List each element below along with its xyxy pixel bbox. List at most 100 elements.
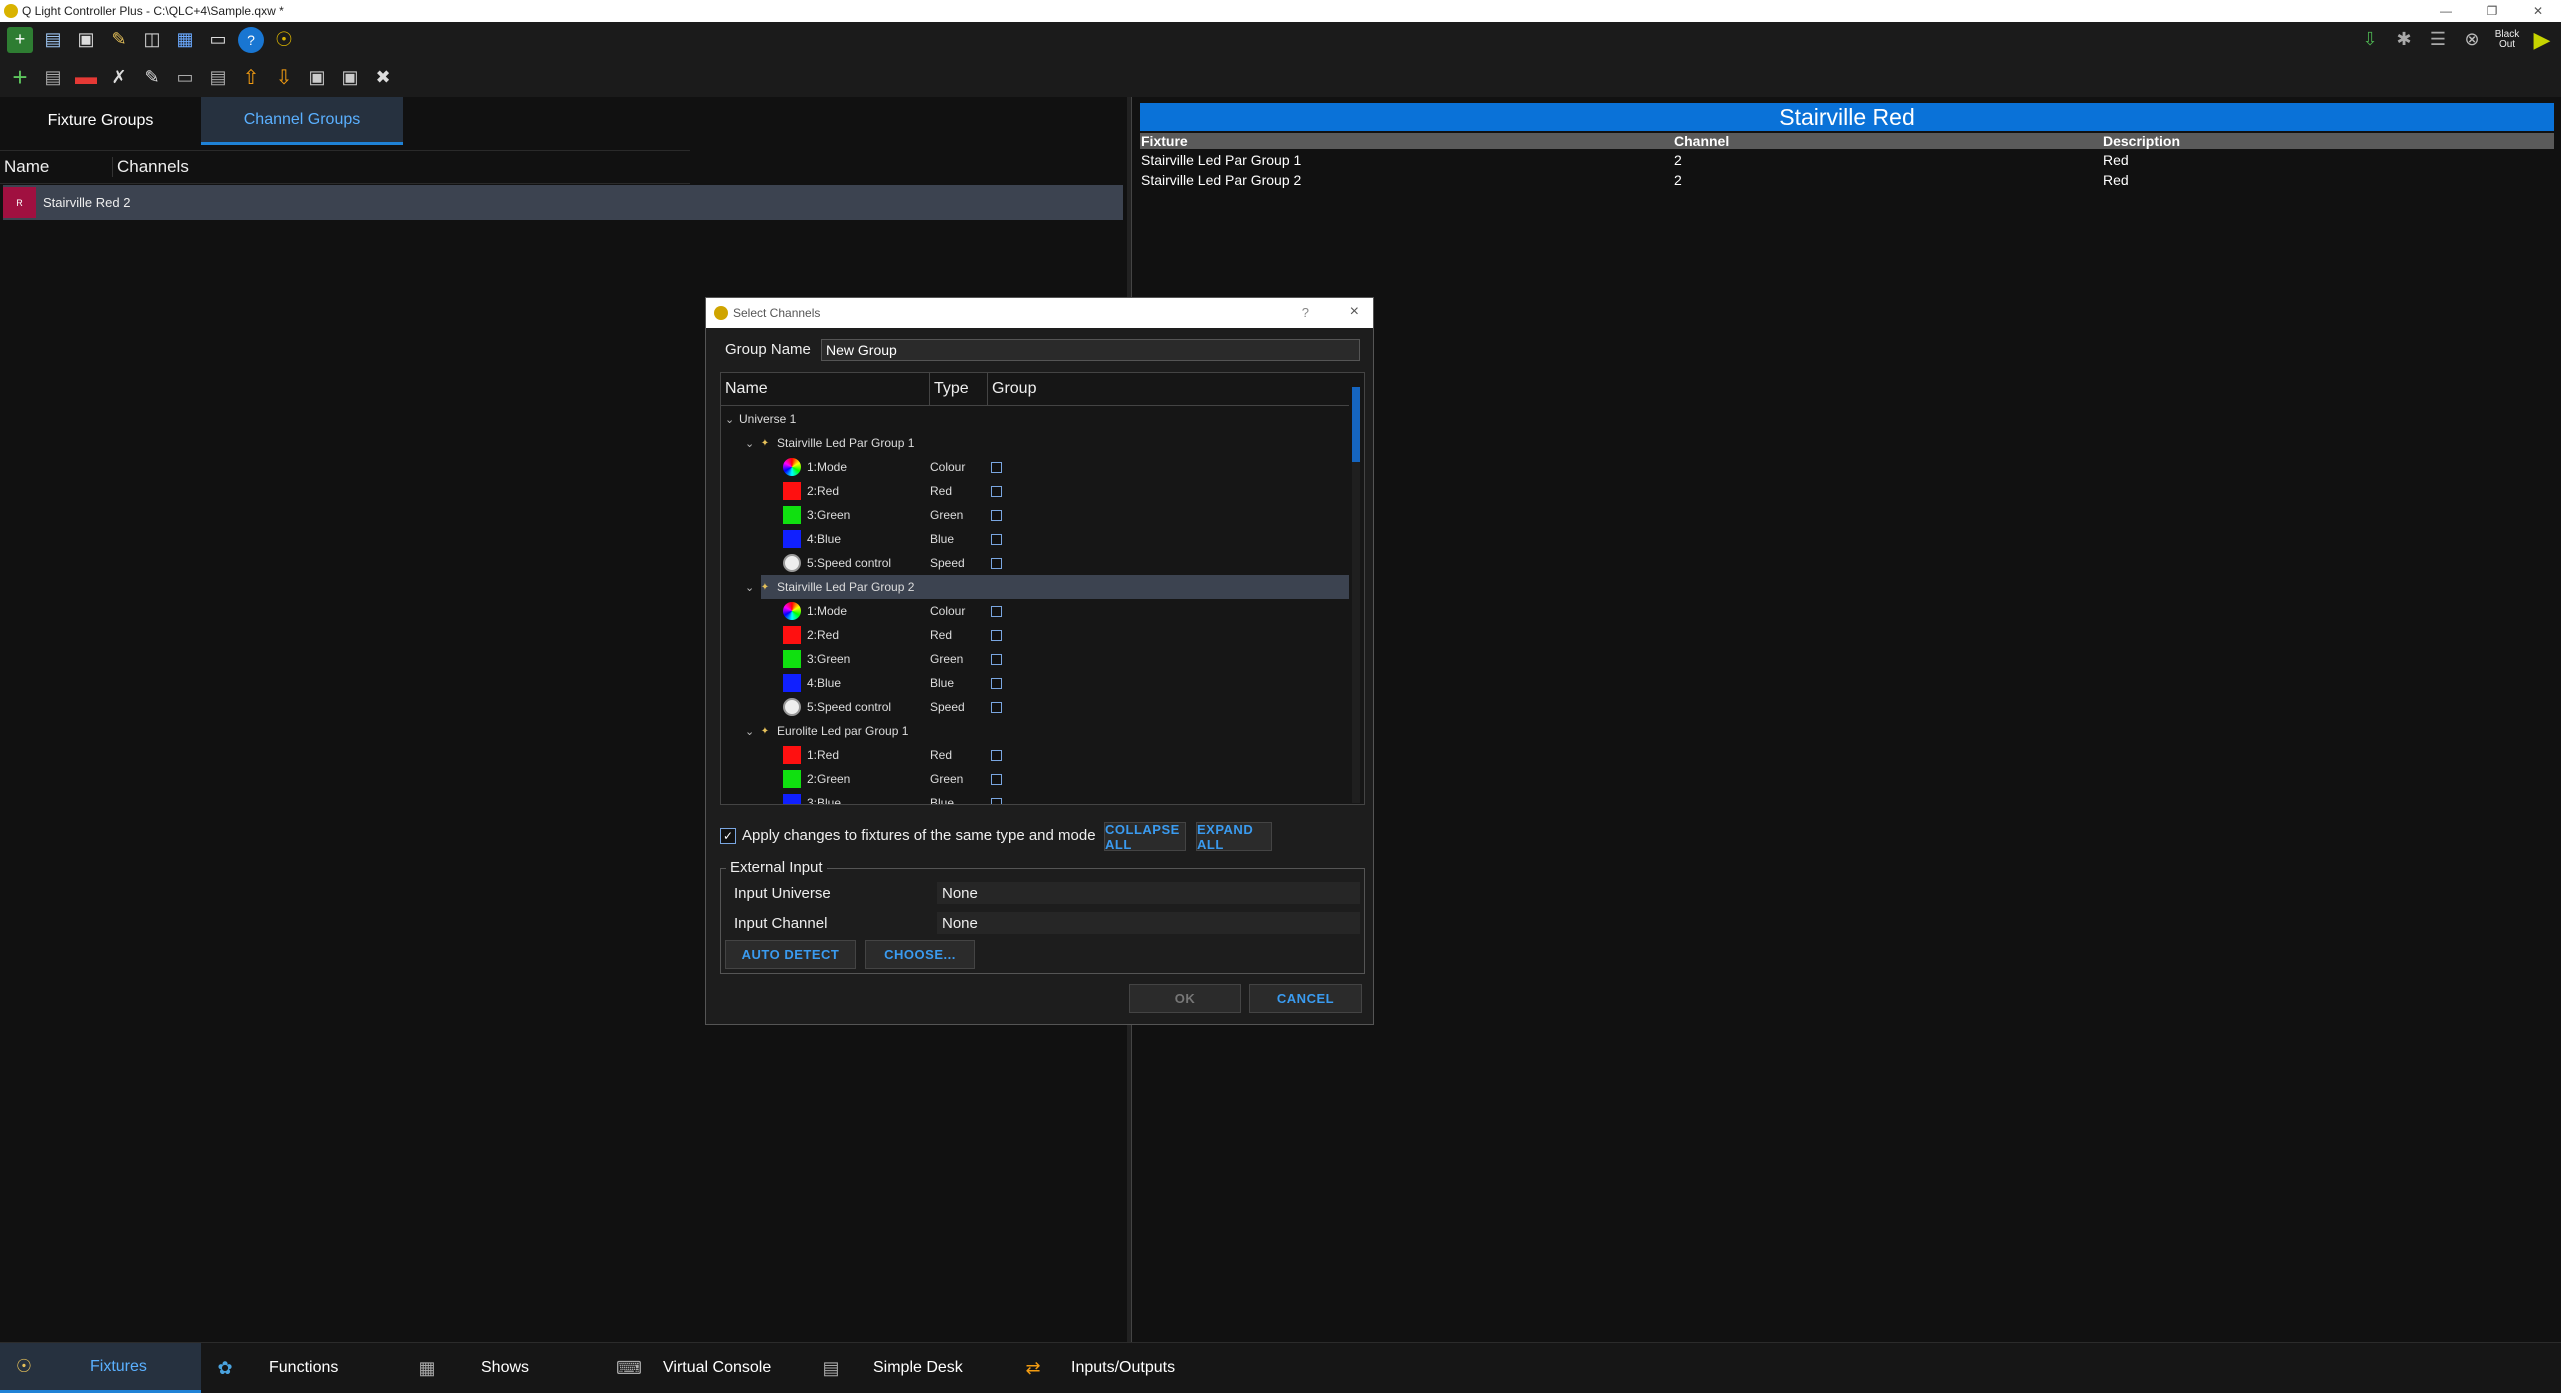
group-checkbox[interactable] [991,677,1002,689]
tab-channel-groups[interactable]: Channel Groups [201,97,403,145]
tree-item[interactable]: 3:Green Green [721,503,1349,527]
configure-icon[interactable]: ✗ [106,64,132,90]
choose-input-button[interactable]: CHOOSE... [865,940,975,969]
group-checkbox[interactable] [991,509,1002,521]
address-tool-icon[interactable]: ▦ [172,27,198,53]
remap-icon[interactable]: ✖ [370,64,396,90]
collapse-all-button[interactable]: COLLAPSE ALL [1104,822,1186,852]
minimize-button[interactable]: — [2423,0,2469,22]
expand-arrow-icon[interactable]: ⌄ [725,413,739,426]
tree-item-label: 1:Mode [807,460,848,474]
tree-item[interactable]: 2:Red Red [721,623,1349,647]
group-name-input[interactable] [821,339,1360,361]
red-channel-icon [783,746,801,764]
group-checkbox[interactable] [991,533,1002,545]
move-down-icon[interactable]: ⇩ [271,64,297,90]
group-checkbox[interactable] [991,485,1002,497]
edit-group-icon[interactable]: ✎ [139,64,165,90]
group-checkbox[interactable] [991,749,1002,761]
cancel-button[interactable]: CANCEL [1249,984,1362,1013]
tab-inputs-outputs[interactable]: ⇄ Inputs/Outputs [1009,1343,1229,1393]
apply-same-type-checkbox[interactable]: ✓ [720,827,736,844]
expand-arrow-icon[interactable]: ⌄ [745,581,759,594]
tree-item[interactable]: 1:Mode Colour [721,455,1349,479]
tree-item[interactable]: 2:Green Green [721,767,1349,791]
shows-icon: ▦ [418,1357,436,1378]
tree-item[interactable]: 4:Blue Blue [721,527,1349,551]
group-checkbox[interactable] [991,629,1002,641]
group-checkbox[interactable] [991,797,1002,804]
tab-virtual-console[interactable]: ⌨ Virtual Console [605,1343,807,1393]
tab-fixtures[interactable]: ☉ Fixtures [0,1343,201,1393]
tree-item[interactable]: ⌄ ✦ Stairville Led Par Group 2 [745,575,1349,599]
expand-all-button[interactable]: EXPAND ALL [1196,822,1272,852]
new-workspace-icon[interactable]: + [7,26,33,53]
apply-same-type-option[interactable]: ✓ Apply changes to fixtures of the same … [720,827,1096,844]
tree-header-type[interactable]: Type [930,373,988,405]
save-icon[interactable]: ▣ [73,27,99,53]
channel-group-row[interactable]: R Stairville Red 2 [3,185,1123,220]
group-name-label: Group Name [725,341,811,358]
fullscreen-icon[interactable]: ▭ [205,27,231,53]
add-icon[interactable]: + [7,62,33,92]
monitor-icon[interactable]: ◫ [139,27,165,53]
tree-item-name: ⌄ ✦ Stairville Led Par Group 2 [745,578,914,596]
tab-fixture-groups[interactable]: Fixture Groups [0,97,201,145]
auto-detect-button[interactable]: AUTO DETECT [725,940,856,969]
open-icon[interactable]: ▤ [40,27,66,53]
export-file-icon[interactable]: ▣ [337,64,363,90]
help-icon[interactable]: ? [238,26,264,53]
remove-icon[interactable]: ▬ [73,64,99,90]
tree-item[interactable]: ⌄ Universe 1 [721,407,1349,431]
tree-header-group[interactable]: Group [988,373,1349,405]
expand-arrow-icon[interactable]: ⌄ [745,725,759,738]
tree-scrollbar-thumb[interactable] [1352,387,1360,462]
save-as-icon[interactable]: ✎ [106,27,132,53]
import-icon[interactable]: ▤ [205,64,231,90]
column-name[interactable]: Name [0,157,113,177]
close-window-button[interactable]: ✕ [2515,0,2561,22]
tree-item[interactable]: 1:Mode Colour [721,599,1349,623]
tree-item[interactable]: ⌄ ✦ Eurolite Led par Group 1 [721,719,1349,743]
group-checkbox[interactable] [991,773,1002,785]
maximize-button[interactable]: ❐ [2469,0,2515,22]
tree-item-type: Speed [930,556,965,570]
blackout-button[interactable]: Black Out [2493,27,2521,53]
about-icon[interactable]: ☉ [271,27,297,53]
tree-item[interactable]: 1:Red Red [721,743,1349,767]
properties-icon[interactable]: ▤ [40,64,66,90]
dialog-help-button[interactable]: ? [1302,305,1309,320]
tree-item[interactable]: 3:Blue Blue [721,791,1349,804]
tree-item[interactable]: 2:Red Red [721,479,1349,503]
ok-button[interactable]: OK [1129,984,1241,1013]
import-file-icon[interactable]: ▣ [304,64,330,90]
input-universe-value: None [937,882,1360,904]
expand-arrow-icon[interactable]: ⌄ [745,437,759,450]
tree-item[interactable]: ⌄ ✦ Stairville Led Par Group 1 [721,431,1349,455]
stop-all-icon[interactable]: ⊗ [2459,27,2485,53]
group-checkbox[interactable] [991,701,1002,713]
tab-simple-desk[interactable]: ▤ Simple Desk [807,1343,1009,1393]
folder-icon[interactable]: ▭ [172,64,198,90]
move-up-icon[interactable]: ⇧ [238,64,264,90]
group-checkbox[interactable] [991,557,1002,569]
group-checkbox[interactable] [991,605,1002,617]
tree-header-name[interactable]: Name [721,373,930,405]
tree-scrollbar[interactable] [1352,387,1360,803]
tree-item[interactable]: 5:Speed control Speed [721,551,1349,575]
tab-shows[interactable]: ▦ Shows [403,1343,605,1393]
tree-item[interactable]: 4:Blue Blue [721,671,1349,695]
dialog-close-button[interactable]: × [1350,303,1359,321]
dmx-dump-icon[interactable]: ⇩ [2357,27,2383,53]
column-channels[interactable]: Channels [113,157,189,177]
tab-functions[interactable]: ✿ Functions [201,1343,403,1393]
fade-icon[interactable]: ☰ [2425,27,2451,53]
group-checkbox[interactable] [991,461,1002,473]
tree-item[interactable]: 3:Green Green [721,647,1349,671]
tree-item[interactable]: 5:Speed control Speed [721,695,1349,719]
tree-item-label: Eurolite Led par Group 1 [777,724,909,738]
group-checkbox[interactable] [991,653,1002,665]
tree-item-label: 5:Speed control [807,556,892,570]
live-edit-icon[interactable]: ✱ [2391,27,2417,53]
operate-mode-icon[interactable]: ▶ [2529,27,2555,53]
